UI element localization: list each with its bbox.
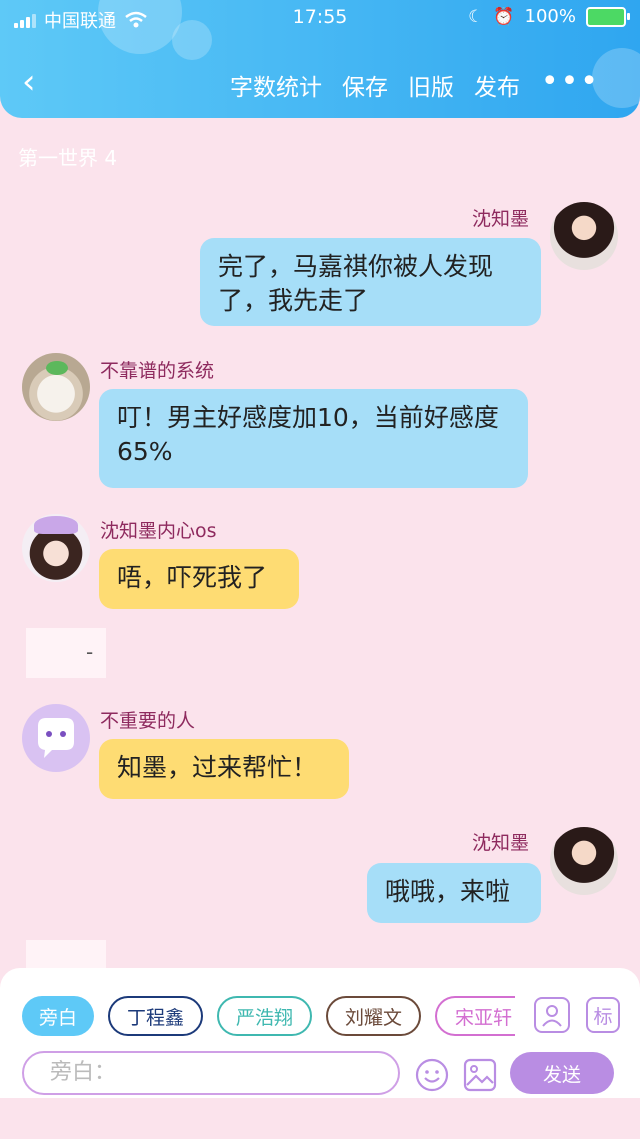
old-version-button[interactable]: 旧版 [408,68,454,102]
scene-divider[interactable] [26,628,106,678]
role-chip[interactable]: 严浩翔 [217,996,312,1036]
message-bubble[interactable]: 叮！男主好感度加10，当前好感度65% [99,389,528,488]
role-chip[interactable]: 刘耀文 [326,996,421,1036]
avatar[interactable] [22,514,90,582]
message-sender-name: 沈知墨 [472,208,530,230]
divider-dash: - [86,640,94,664]
avatar[interactable] [22,353,90,421]
message-bubble[interactable]: 知墨，过来帮忙！ [99,739,349,799]
message-sender-name: 不靠谱的系统 [100,360,215,382]
message-bubble[interactable]: 完了，马嘉祺你被人发现了，我先走了 [200,238,541,326]
nav-actions: 字数统计 保存 旧版 发布 [230,68,520,102]
message-sender-name: 不重要的人 [100,710,196,732]
more-icon[interactable]: ••• [541,64,600,99]
send-button[interactable]: 发送 [510,1052,614,1094]
publish-button[interactable]: 发布 [474,68,520,102]
navigation-bar: ‹ 字数统计 保存 旧版 发布 ••• [0,58,640,108]
word-count-button[interactable]: 字数统计 [230,68,322,102]
alarm-icon: ⏰ [493,6,515,27]
message-bubble[interactable]: 哦哦，来啦 [367,863,541,923]
hat-icon [34,516,78,534]
emoji-icon[interactable] [414,1057,450,1097]
battery-percent: 100% [524,6,576,27]
mark-button[interactable]: 标 [586,997,620,1033]
message-input[interactable]: 旁白： [22,1051,400,1095]
top-bar: 中国联通 17:55 ☾ ⏰ 100% ‹ 字数统计 保存 旧版 发布 ••• [0,0,640,118]
person-glyph [542,1005,562,1027]
avatar[interactable] [550,202,618,270]
chat-bubble-icon[interactable] [22,704,90,772]
message-bubble[interactable]: 唔，吓死我了 [99,549,299,609]
save-button[interactable]: 保存 [342,68,388,102]
message-sender-name: 沈知墨 [472,832,530,854]
battery-icon [586,6,630,27]
role-chip-narrator[interactable]: 旁白 [22,996,94,1036]
leaf-icon [46,361,68,375]
role-chip[interactable]: 丁程鑫 [108,996,203,1036]
mark-label: 标 [593,1005,613,1028]
avatar[interactable] [550,827,618,895]
world-title: 第一世界 4 [18,146,118,170]
speech-bubble-face-icon [38,718,74,758]
moon-icon: ☾ [468,6,484,27]
status-right: ☾ ⏰ 100% [468,6,630,27]
person-icon[interactable] [534,997,570,1033]
status-bar: 中国联通 17:55 ☾ ⏰ 100% [0,0,640,36]
role-chip[interactable]: 宋亚轩 [435,996,515,1036]
chevron-left-icon[interactable]: ‹ [22,62,36,102]
message-sender-name: 沈知墨内心os [100,520,217,542]
image-icon[interactable] [462,1057,498,1097]
